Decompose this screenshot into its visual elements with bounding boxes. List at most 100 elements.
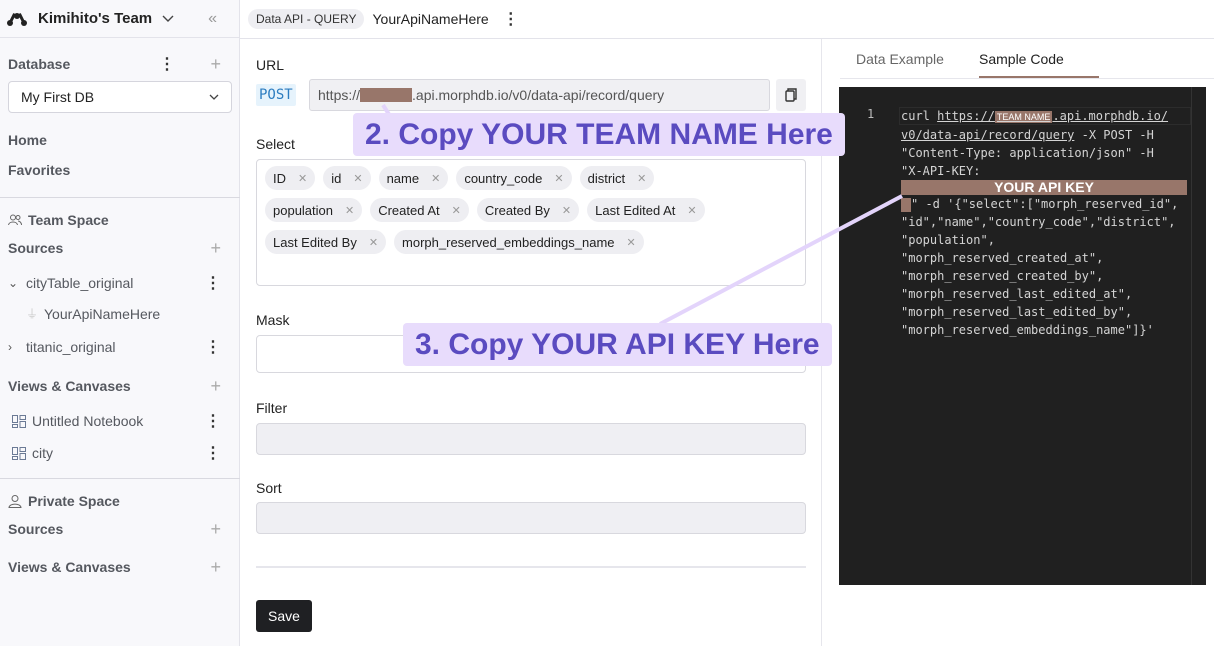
tab-sample-code[interactable]: Sample Code bbox=[979, 51, 1064, 67]
sidebar: Kimihito's Team « Database ⋮ + My First … bbox=[0, 0, 240, 646]
field-chip-label: Created At bbox=[378, 202, 440, 218]
chip-row: Last Edited By ✕ morph_reserved_embeddings… bbox=[265, 230, 797, 254]
remove-chip-icon[interactable]: ✕ bbox=[353, 172, 362, 185]
url-prefix: https:// bbox=[318, 87, 361, 103]
private-views-label: Views & Canvases bbox=[8, 559, 131, 575]
form-divider bbox=[256, 566, 806, 568]
remove-chip-icon[interactable]: ✕ bbox=[431, 172, 440, 185]
field-chip[interactable]: Created By ✕ bbox=[476, 198, 580, 222]
source-citytable-original[interactable]: ⌄ cityTable_original ⋮ bbox=[8, 273, 221, 293]
canvas-grid-icon bbox=[12, 414, 26, 428]
source-name: cityTable_original bbox=[26, 275, 134, 291]
field-chip[interactable]: district ✕ bbox=[579, 166, 655, 190]
source-titanic-original[interactable]: › titanic_original ⋮ bbox=[8, 337, 221, 357]
add-source-icon[interactable]: + bbox=[210, 520, 221, 538]
select-fields-input[interactable]: ID ✕ id ✕ name ✕ country_code ✕ district ✕ populat… bbox=[256, 159, 806, 286]
api-header: Data API - QUERY YourApiNameHere ⋮ bbox=[240, 0, 1214, 39]
chevron-down-icon[interactable] bbox=[162, 15, 174, 23]
code-editor[interactable]: 1 curl https://TEAM NAME .api.morphdb.io/… bbox=[839, 87, 1206, 585]
plug-icon: ⏚ bbox=[26, 307, 39, 321]
remove-chip-icon[interactable]: ✕ bbox=[687, 204, 696, 217]
api-key-redaction bbox=[901, 197, 911, 212]
collapse-sidebar-icon[interactable]: « bbox=[208, 10, 217, 28]
field-chip-label: name bbox=[386, 170, 420, 186]
team-name-callout: 2. Copy YOUR TEAM NAME Here bbox=[353, 113, 845, 156]
nav-favorites[interactable]: Favorites bbox=[8, 162, 70, 178]
add-view-icon[interactable]: + bbox=[210, 377, 221, 395]
chip-row: population ✕ Created At ✕ Created By ✕ Last Ed… bbox=[265, 198, 797, 222]
add-database-icon[interactable]: + bbox=[210, 55, 221, 73]
nav-home[interactable]: Home bbox=[8, 132, 47, 148]
source-menu-icon[interactable]: ⋮ bbox=[205, 273, 221, 293]
private-sources-header: Sources + bbox=[8, 520, 221, 538]
filter-input[interactable] bbox=[256, 423, 806, 455]
team-views-label: Views & Canvases bbox=[8, 378, 131, 394]
remove-chip-icon[interactable]: ✕ bbox=[554, 172, 563, 185]
database-selected-value: My First DB bbox=[21, 89, 95, 105]
sort-label: Sort bbox=[256, 480, 282, 496]
sort-input[interactable] bbox=[256, 502, 806, 534]
source-menu-icon[interactable]: ⋮ bbox=[205, 337, 221, 357]
chevron-down-icon[interactable]: ⌄ bbox=[8, 276, 26, 290]
database-menu-icon[interactable]: ⋮ bbox=[159, 54, 175, 74]
view-name: Untitled Notebook bbox=[32, 413, 144, 429]
team-name: Kimihito's Team bbox=[38, 10, 153, 27]
url-suffix: .api.morphdb.io/v0/data-api/record/query bbox=[412, 87, 665, 103]
field-chip-label: Last Edited By bbox=[273, 234, 357, 250]
team-users-icon bbox=[8, 214, 22, 226]
remove-chip-icon[interactable]: ✕ bbox=[345, 204, 354, 217]
field-chip-label: Last Edited At bbox=[595, 202, 676, 218]
private-sources-label: Sources bbox=[8, 521, 64, 537]
panel-tabs: Data Example Sample Code bbox=[840, 39, 1214, 79]
api-menu-icon[interactable]: ⋮ bbox=[503, 9, 519, 29]
remove-chip-icon[interactable]: ✕ bbox=[562, 204, 571, 217]
field-chip-label: morph_reserved_embeddings_name bbox=[402, 234, 615, 250]
sidebar-divider bbox=[0, 197, 240, 198]
right-panel: Data Example Sample Code 1 curl https://… bbox=[823, 39, 1214, 646]
chevron-right-icon[interactable]: › bbox=[8, 340, 26, 354]
field-chip[interactable]: Last Edited By ✕ bbox=[265, 230, 387, 254]
api-key-callout: 3. Copy YOUR API KEY Here bbox=[403, 323, 832, 366]
field-chip[interactable]: id ✕ bbox=[323, 166, 371, 190]
remove-chip-icon[interactable]: ✕ bbox=[627, 236, 636, 249]
view-untitled-notebook[interactable]: Untitled Notebook ⋮ bbox=[12, 411, 221, 431]
sample-code: curl https://TEAM NAME .api.morphdb.io/ v… bbox=[901, 107, 1191, 339]
field-chip[interactable]: ID ✕ bbox=[265, 166, 316, 190]
remove-chip-icon[interactable]: ✕ bbox=[452, 204, 461, 217]
view-name: city bbox=[32, 445, 53, 461]
view-city[interactable]: city ⋮ bbox=[12, 443, 221, 463]
field-chip[interactable]: Created At ✕ bbox=[370, 198, 469, 222]
chevron-down-icon bbox=[209, 94, 219, 100]
mask-label: Mask bbox=[256, 312, 290, 328]
save-button[interactable]: Save bbox=[256, 600, 312, 632]
view-menu-icon[interactable]: ⋮ bbox=[205, 411, 221, 431]
app-window: Kimihito's Team « Database ⋮ + My First … bbox=[0, 0, 1214, 646]
sidebar-divider bbox=[0, 478, 240, 479]
field-chip[interactable]: country_code ✕ bbox=[456, 166, 572, 190]
add-source-icon[interactable]: + bbox=[210, 239, 221, 257]
remove-chip-icon[interactable]: ✕ bbox=[369, 236, 378, 249]
api-name[interactable]: YourApiNameHere bbox=[372, 11, 488, 27]
view-menu-icon[interactable]: ⋮ bbox=[205, 443, 221, 463]
team-name-tag: TEAM NAME bbox=[994, 111, 1053, 123]
field-chip[interactable]: population ✕ bbox=[265, 198, 363, 222]
http-method-badge: POST bbox=[256, 84, 296, 106]
field-chip[interactable]: name ✕ bbox=[378, 166, 449, 190]
url-field[interactable]: https:// .api.morphdb.io/v0/data-api/reco… bbox=[309, 79, 770, 111]
source-name: titanic_original bbox=[26, 339, 116, 355]
remove-chip-icon[interactable]: ✕ bbox=[637, 172, 646, 185]
filter-label: Filter bbox=[256, 400, 288, 416]
remove-chip-icon[interactable]: ✕ bbox=[298, 172, 307, 185]
copy-url-button[interactable] bbox=[776, 79, 806, 111]
field-chip[interactable]: Last Edited At ✕ bbox=[587, 198, 705, 222]
tab-data-example[interactable]: Data Example bbox=[856, 51, 944, 67]
api-item-yourapinamehere[interactable]: ⏚ YourApiNameHere bbox=[26, 305, 221, 322]
database-select[interactable]: My First DB bbox=[8, 81, 232, 113]
add-view-icon[interactable]: + bbox=[210, 558, 221, 576]
chip-row: ID ✕ id ✕ name ✕ country_code ✕ district ✕ bbox=[265, 166, 797, 190]
team-switcher[interactable]: Kimihito's Team « bbox=[0, 0, 239, 38]
api-type-badge: Data API - QUERY bbox=[248, 9, 365, 29]
field-chip[interactable]: morph_reserved_embeddings_name ✕ bbox=[394, 230, 644, 254]
private-space-label: Private Space bbox=[28, 493, 120, 509]
line-number: 1 bbox=[867, 107, 875, 121]
